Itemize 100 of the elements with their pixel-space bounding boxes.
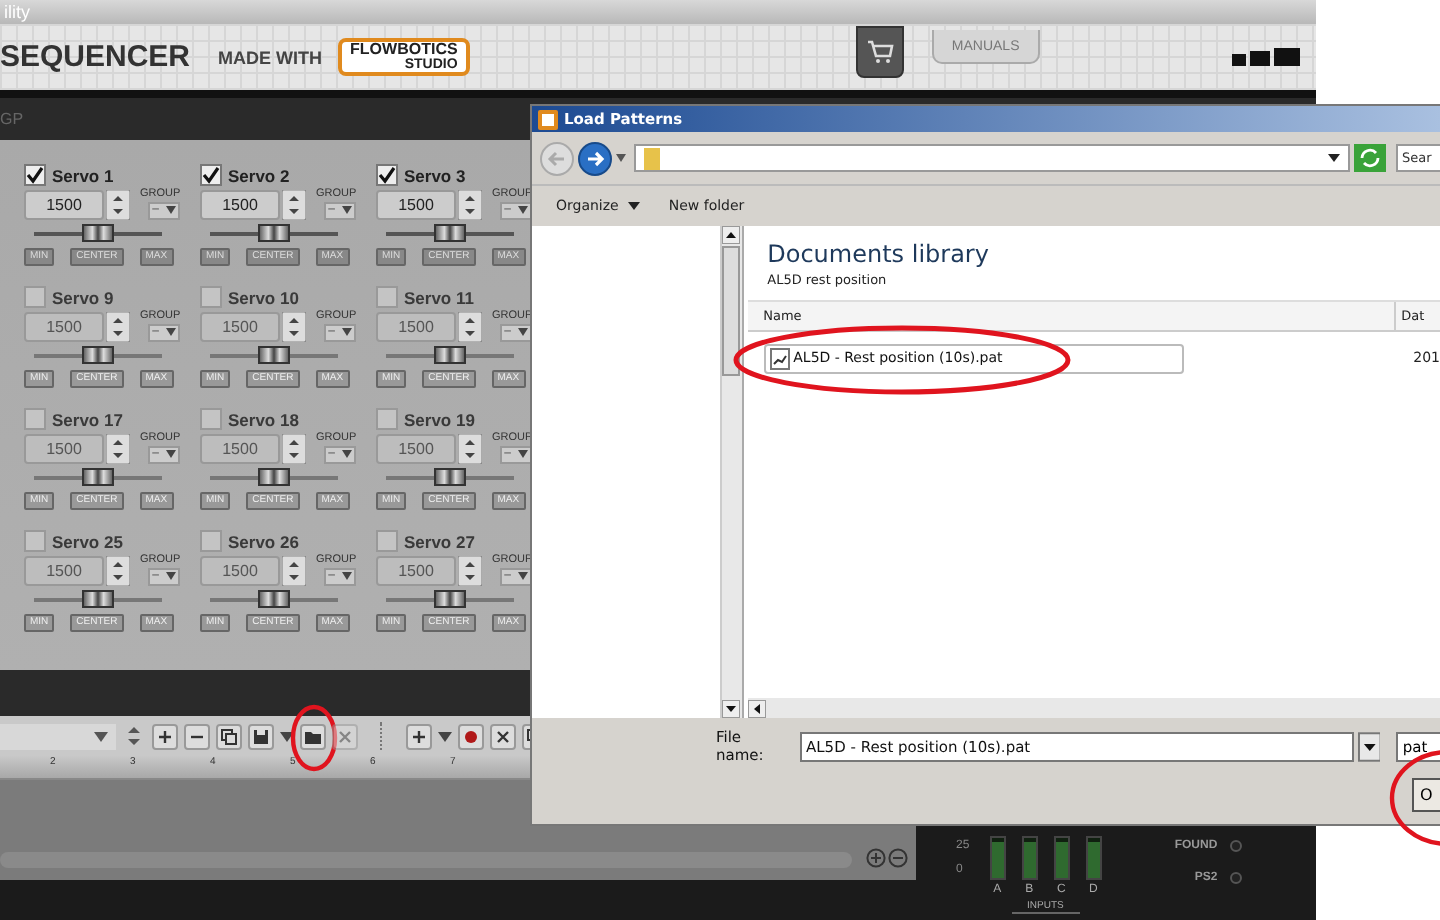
servo-value-field[interactable]: 1500: [376, 312, 456, 342]
servo-label: Servo 18: [228, 409, 299, 429]
servo-value-field[interactable]: 1500: [200, 190, 280, 220]
servo-checkbox[interactable]: [200, 286, 222, 308]
slider-thumb[interactable]: [258, 224, 290, 242]
servo-checkbox[interactable]: [24, 286, 46, 308]
made-with-text: MADE WITH: [218, 47, 323, 67]
slider-thumb[interactable]: [434, 346, 466, 364]
servo-label: Servo 9: [52, 287, 114, 307]
spin-buttons-icon[interactable]: [458, 312, 482, 342]
spin-buttons-icon[interactable]: [458, 434, 482, 464]
open-folder-icon[interactable]: [300, 723, 326, 749]
scrollbar-thumb[interactable]: [722, 246, 741, 376]
slider-thumb[interactable]: [258, 346, 290, 364]
spin-buttons-icon[interactable]: [106, 434, 130, 464]
servo-value-field[interactable]: 1500: [376, 434, 456, 464]
servo-label: Servo 1: [52, 165, 114, 185]
refresh-icon[interactable]: [1354, 144, 1386, 172]
servo-checkbox[interactable]: [376, 408, 398, 430]
slider-thumb[interactable]: [82, 468, 114, 486]
servo-value-field[interactable]: 1500: [24, 190, 104, 220]
servo-label: Servo 2: [228, 165, 290, 185]
check-icon: [202, 166, 220, 184]
spin-buttons-icon[interactable]: [282, 434, 306, 464]
servo-checkbox[interactable]: [376, 286, 398, 308]
caret-icon[interactable]: [280, 731, 294, 741]
slider-thumb[interactable]: [434, 468, 466, 486]
servo-label: Servo 25: [52, 531, 123, 551]
slider-thumb[interactable]: [434, 224, 466, 242]
caret-icon: [166, 450, 177, 459]
caret-icon[interactable]: [438, 731, 452, 741]
slider-thumb[interactable]: [82, 590, 114, 608]
size-toggle-icon[interactable]: [1232, 48, 1300, 66]
servo-value-field[interactable]: 1500: [200, 556, 280, 586]
caret-icon: [342, 572, 353, 581]
cart-icon: [865, 39, 894, 63]
shop-button[interactable]: [855, 25, 904, 77]
slider-thumb[interactable]: [258, 468, 290, 486]
save-icon[interactable]: [248, 723, 274, 749]
forward-icon[interactable]: [578, 141, 612, 175]
servo-value-field[interactable]: 1500: [200, 434, 280, 464]
slider-thumb[interactable]: [82, 346, 114, 364]
copy-icon[interactable]: [216, 723, 242, 749]
servo-value-field[interactable]: 1500: [376, 190, 456, 220]
servo-checkbox[interactable]: [24, 530, 46, 552]
slider-thumb[interactable]: [82, 224, 114, 242]
check-icon: [26, 166, 44, 184]
servo-value-field[interactable]: 1500: [376, 556, 456, 586]
app-icon: [538, 109, 558, 129]
servo-checkbox[interactable]: [200, 530, 222, 552]
slider-thumb[interactable]: [434, 590, 466, 608]
close-icon[interactable]: [490, 723, 516, 749]
open-button[interactable]: O: [1412, 778, 1440, 812]
servo-value-field[interactable]: 1500: [24, 556, 104, 586]
servo-checkbox[interactable]: [376, 164, 398, 186]
scroll-left-icon[interactable]: [747, 699, 766, 717]
spin-buttons-icon[interactable]: [458, 190, 482, 220]
pattern-dropdown[interactable]: [0, 723, 116, 749]
scroll-down-icon[interactable]: [722, 700, 741, 718]
caret-icon: [518, 328, 529, 337]
spin-buttons-icon[interactable]: [282, 312, 306, 342]
servo-value-field[interactable]: 1500: [24, 434, 104, 464]
scrollbar[interactable]: [747, 698, 1440, 718]
caret-icon: [94, 731, 108, 741]
servo-checkbox[interactable]: [200, 408, 222, 430]
spin-buttons-icon[interactable]: [106, 190, 130, 220]
spin-buttons-icon[interactable]: [458, 556, 482, 586]
slider-thumb[interactable]: [258, 590, 290, 608]
dropdown-icon[interactable]: [1357, 731, 1381, 761]
caret-icon[interactable]: [1328, 154, 1340, 162]
servo-checkbox[interactable]: [376, 530, 398, 552]
zoom-in-icon[interactable]: [866, 848, 886, 868]
servo-value-field[interactable]: 1500: [200, 312, 280, 342]
servo-checkbox[interactable]: [24, 408, 46, 430]
caret-icon: [166, 206, 177, 215]
servo-checkbox[interactable]: [24, 164, 46, 186]
spin-buttons-icon[interactable]: [106, 556, 130, 586]
window-title: ility: [4, 2, 30, 22]
caret-icon: [518, 572, 529, 581]
scrollbar[interactable]: [722, 226, 744, 718]
caret-icon: [628, 202, 641, 210]
servo-checkbox[interactable]: [200, 164, 222, 186]
add-icon[interactable]: [406, 723, 432, 749]
folder-icon: [644, 147, 660, 169]
servo-label: Servo 26: [228, 531, 299, 551]
add-icon[interactable]: [152, 723, 178, 749]
spin-buttons-icon[interactable]: [106, 312, 130, 342]
servo-label: Servo 17: [52, 409, 123, 429]
servo-label: Servo 27: [404, 531, 475, 551]
caret-icon: [166, 572, 177, 581]
section-label: GP: [0, 110, 24, 128]
scroll-up-icon[interactable]: [722, 226, 741, 244]
zoom-out-icon[interactable]: [888, 848, 908, 868]
spin-buttons-icon[interactable]: [282, 556, 306, 586]
caret-icon: [342, 328, 353, 337]
servo-value-field[interactable]: 1500: [24, 312, 104, 342]
remove-icon[interactable]: [184, 723, 210, 749]
record-icon[interactable]: [458, 723, 484, 749]
spin-buttons-icon[interactable]: [282, 190, 306, 220]
file-icon: [769, 347, 790, 369]
